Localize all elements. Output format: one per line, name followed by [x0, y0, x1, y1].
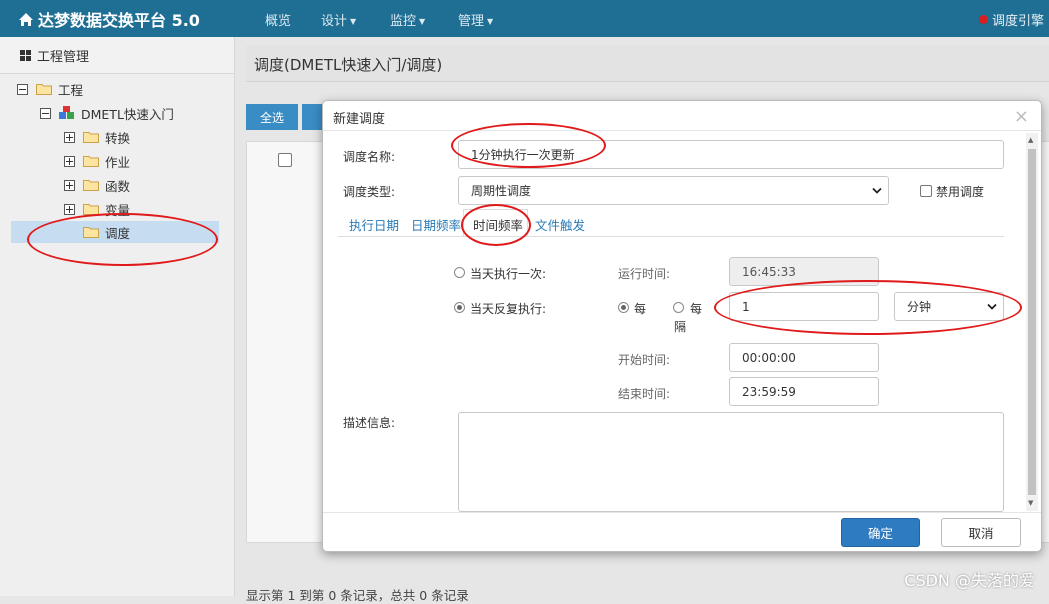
nav-design[interactable]: 设计 ▼: [321, 10, 356, 29]
caret-down-icon: ▼: [350, 17, 357, 26]
app-title: 达梦数据交换平台 5.0: [38, 11, 200, 30]
status-dot-icon: [978, 15, 988, 24]
new-schedule-dialog: 新建调度 × 调度名称: 1分钟执行一次更新 调度类型: 周期性调度 禁用调度 …: [322, 100, 1042, 552]
annotation-ellipse: [451, 123, 606, 168]
expand-icon[interactable]: [64, 203, 75, 215]
divider: [323, 130, 1041, 131]
app-brand[interactable]: 达梦数据交换平台 5.0: [18, 7, 200, 31]
scroll-thumb[interactable]: [1028, 149, 1036, 495]
every-interval-label-1: 每: [690, 302, 703, 316]
caret-down-icon: ▼: [487, 17, 494, 26]
nav-monitor[interactable]: 监控 ▼: [390, 10, 425, 29]
run-once-radio[interactable]: [454, 267, 465, 278]
expand-icon[interactable]: [64, 131, 75, 143]
repeat-radio[interactable]: [454, 302, 465, 313]
table-select-all-checkbox[interactable]: [278, 153, 292, 167]
tree-node-job[interactable]: 作业: [64, 150, 130, 172]
end-time-label: 结束时间:: [618, 387, 671, 401]
breadcrumb-bar: 调度(DMETL快速入门/调度): [246, 45, 1049, 82]
tree-node-transform[interactable]: 转换: [64, 126, 130, 148]
every-radio[interactable]: [618, 302, 629, 313]
cancel-button[interactable]: 取消: [941, 518, 1021, 547]
confirm-button[interactable]: 确定: [841, 518, 920, 547]
type-label: 调度类型:: [343, 185, 396, 199]
schedule-type-select[interactable]: 周期性调度: [458, 176, 889, 205]
home-icon: [19, 12, 33, 26]
folder-icon: [83, 180, 99, 191]
tree-node-root[interactable]: 工程: [17, 78, 83, 100]
caret-down-icon: ▼: [419, 17, 426, 26]
start-time-label: 开始时间:: [618, 353, 671, 367]
watermark: CSDN @失落的爱: [904, 571, 1035, 590]
disable-schedule-label: 禁用调度: [936, 185, 985, 199]
grid-icon: [20, 49, 31, 61]
run-once-label: 当天执行一次:: [470, 267, 547, 281]
name-label: 调度名称:: [343, 150, 396, 164]
tab-file-trigger[interactable]: 文件触发: [535, 215, 585, 234]
folder-icon: [83, 156, 99, 167]
dialog-scrollbar[interactable]: ▲ ▼: [1026, 133, 1038, 511]
description-label: 描述信息:: [343, 416, 396, 430]
engine-status[interactable]: 调度引擎: [978, 10, 1044, 29]
divider: [323, 512, 1041, 513]
sidebar-header: 工程管理: [0, 37, 234, 74]
select-all-button[interactable]: 全选: [246, 104, 298, 130]
breadcrumb: 调度(DMETL快速入门/调度): [254, 56, 443, 74]
description-textarea[interactable]: [458, 412, 1004, 512]
folder-icon: [83, 132, 99, 143]
tree-node-project[interactable]: DMETL快速入门: [40, 102, 174, 124]
annotation-ellipse: [461, 204, 531, 246]
end-time-input[interactable]: 23:59:59: [729, 377, 879, 406]
pagination-info: 显示第 1 到第 0 条记录，总共 0 条记录: [246, 588, 469, 603]
nav-manage[interactable]: 管理 ▼: [458, 10, 493, 29]
start-time-input[interactable]: 00:00:00: [729, 343, 879, 372]
collapse-icon[interactable]: [40, 107, 51, 119]
close-icon[interactable]: ×: [1014, 106, 1029, 127]
nav-overview[interactable]: 概览: [265, 10, 291, 29]
tab-divider: [338, 236, 1004, 237]
every-interval-radio[interactable]: [673, 302, 684, 313]
annotation-ellipse: [27, 213, 218, 266]
tab-exec-date[interactable]: 执行日期: [349, 215, 399, 234]
every-label: 每: [634, 302, 647, 316]
disable-schedule-checkbox[interactable]: [920, 185, 932, 197]
tab-date-frequency[interactable]: 日期频率: [411, 215, 461, 234]
top-navbar: 达梦数据交换平台 5.0 概览 设计 ▼ 监控 ▼ 管理 ▼ 调度引擎: [0, 0, 1049, 37]
folder-icon: [36, 84, 52, 95]
every-interval-label-2: 隔: [674, 320, 687, 334]
chevron-down-icon: [872, 187, 882, 194]
expand-icon[interactable]: [64, 179, 75, 191]
collapse-icon[interactable]: [17, 83, 28, 95]
scroll-up-icon[interactable]: ▲: [1028, 136, 1033, 144]
expand-icon[interactable]: [64, 155, 75, 167]
annotation-ellipse: [714, 280, 1022, 335]
dialog-title: 新建调度: [333, 112, 386, 127]
run-time-label: 运行时间:: [618, 267, 671, 281]
project-cubes-icon: [59, 106, 74, 119]
repeat-label: 当天反复执行:: [470, 302, 547, 316]
scroll-down-icon[interactable]: ▼: [1028, 499, 1033, 507]
tree-node-function[interactable]: 函数: [64, 174, 130, 196]
